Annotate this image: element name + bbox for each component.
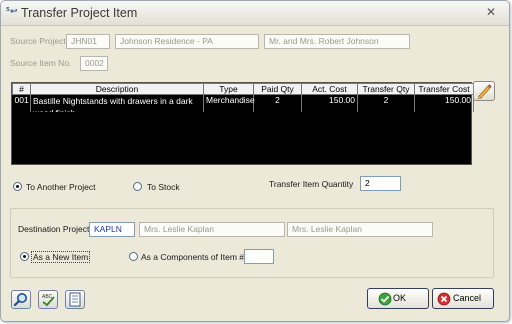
description-line-1: Bastille Nightstands with drawers in a d… <box>33 96 193 106</box>
row-transfer-qty-cell: 2 <box>357 94 415 112</box>
column-header-act-cost[interactable]: Act. Cost <box>301 83 358 95</box>
cancel-icon <box>437 292 451 306</box>
row-act-cost-cell: 150.00 <box>301 94 358 112</box>
transfer-qty-input[interactable]: 2 <box>360 176 401 191</box>
items-grid[interactable]: # Description Type Paid Qty Act. Cost Tr… <box>11 82 474 165</box>
pencil-icon <box>477 84 492 100</box>
title-bar: ⁵↩ Transfer Project Item ✕ <box>1 1 509 26</box>
source-item-no-field: 0002 <box>80 56 108 71</box>
row-description-cell: Bastille Nightstands with drawers in a d… <box>30 94 204 112</box>
to-stock-label[interactable]: To Stock <box>147 182 180 192</box>
document-button[interactable] <box>65 290 85 309</box>
cancel-button[interactable]: Cancel <box>432 288 494 309</box>
destination-project-name-field: Mrs. Leslie Kaplan <box>139 222 285 237</box>
column-header-transfer-qty[interactable]: Transfer Qty <box>357 83 415 95</box>
to-another-project-radio[interactable] <box>13 182 22 191</box>
destination-project-code-input[interactable]: KAPLN <box>89 222 135 237</box>
transfer-dialog: ⁵↩ Transfer Project Item ✕ Source Projec… <box>0 0 510 322</box>
to-another-project-label[interactable]: To Another Project <box>26 182 95 192</box>
source-project-code-field: JHN01 <box>66 34 110 49</box>
transfer-qty-label: Transfer Item Quantity <box>269 179 354 189</box>
as-component-radio[interactable] <box>129 252 138 261</box>
source-project-name-field: Johnson Residence - PA <box>115 34 259 49</box>
component-item-number-input[interactable] <box>244 249 274 264</box>
column-header-description[interactable]: Description <box>30 83 204 95</box>
as-new-item-radio[interactable] <box>20 252 29 261</box>
spell-check-icon: ABC <box>42 294 55 307</box>
magnifier-icon <box>13 293 27 307</box>
destination-group <box>10 208 494 278</box>
window-title: Transfer Project Item <box>21 6 138 20</box>
row-number-cell: 001 <box>12 94 31 112</box>
spell-check-button[interactable]: ABC <box>38 290 58 309</box>
ok-button[interactable]: OK <box>367 288 429 309</box>
column-header-number[interactable]: # <box>12 83 31 95</box>
ok-button-label: OK <box>393 293 407 303</box>
destination-project-label: Destination Project <box>18 224 90 234</box>
row-paid-qty-cell: 2 <box>253 94 302 112</box>
description-line-2: wood finish <box>33 107 201 112</box>
table-row[interactable]: 001 Bastille Nightstands with drawers in… <box>12 94 474 112</box>
app-icon: ⁵↩ <box>6 7 18 17</box>
destination-project-client-field: Mrs. Leslie Kaplan <box>287 222 433 237</box>
column-header-paid-qty[interactable]: Paid Qty <box>253 83 302 95</box>
checkmark-icon <box>378 292 392 306</box>
edit-button[interactable] <box>473 81 495 101</box>
to-stock-radio[interactable] <box>133 182 142 191</box>
cancel-button-label: Cancel <box>453 293 482 303</box>
source-project-client-field: Mr. and Mrs. Robert Johnson <box>264 34 410 49</box>
source-item-no-label: Source Item No. <box>10 58 72 68</box>
source-project-label: Source Project <box>10 36 66 46</box>
search-button[interactable] <box>11 290 31 309</box>
grid-header-row: # Description Type Paid Qty Act. Cost Tr… <box>12 83 474 95</box>
column-header-type[interactable]: Type <box>203 83 254 95</box>
document-icon <box>69 292 81 307</box>
column-header-transfer-cost[interactable]: Transfer Cost <box>414 83 474 95</box>
row-type-cell: Merchandise <box>203 94 255 112</box>
as-new-item-label[interactable]: As a New Item <box>31 251 91 263</box>
close-icon[interactable]: ✕ <box>484 5 498 19</box>
row-transfer-cost-cell: 150.00 <box>414 94 474 112</box>
as-component-label[interactable]: As a Components of Item # <box>141 252 244 262</box>
